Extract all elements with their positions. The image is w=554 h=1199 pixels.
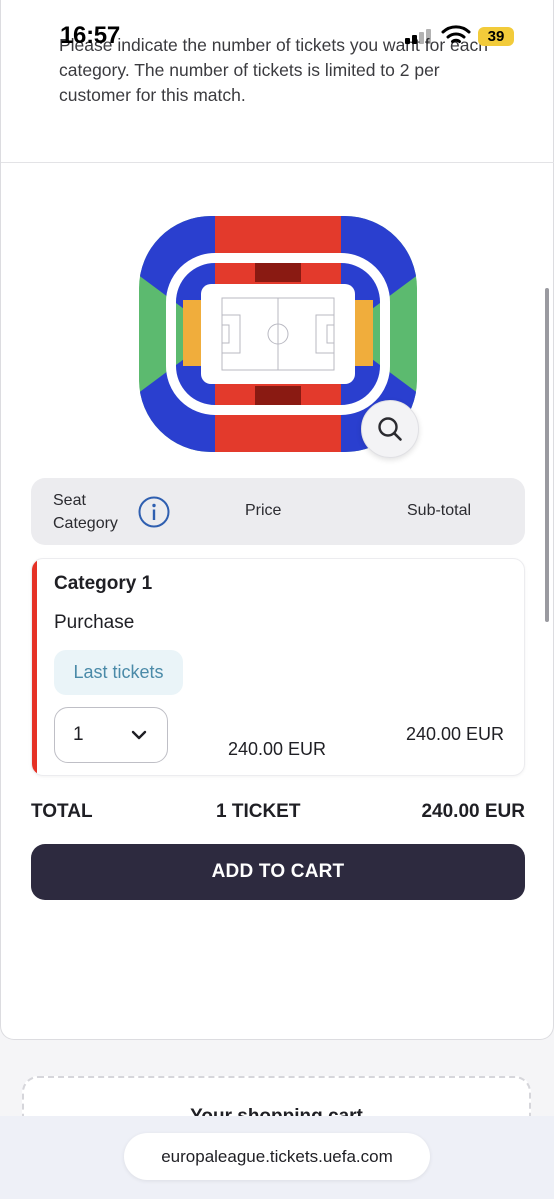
- signal-icon: [405, 28, 435, 44]
- total-amount: 240.00 EUR: [421, 801, 525, 822]
- header-seat-category: Seat Category: [53, 492, 118, 532]
- add-to-cart-button[interactable]: ADD TO CART: [31, 844, 525, 900]
- ticket-selection-card: Please indicate the number of tickets yo…: [0, 0, 554, 1040]
- browser-bar: europaleague.tickets.uefa.com: [0, 1116, 554, 1199]
- category-type: Purchase: [54, 612, 135, 633]
- zoom-button[interactable]: [361, 400, 419, 458]
- total-row: TOTAL 1 TICKET 240.00 EUR: [31, 801, 525, 825]
- scrollbar[interactable]: [545, 288, 549, 622]
- total-label: TOTAL: [31, 801, 93, 822]
- category-subtotal: 240.00 EUR: [406, 724, 505, 744]
- header-price: Price: [245, 502, 282, 519]
- category-color-bar: [32, 559, 37, 775]
- battery-icon: 39: [478, 27, 514, 46]
- table-header: Seat Category Price Sub-total: [31, 478, 525, 545]
- category-card: Category 1 Purchase Last tickets 1 240.0…: [31, 558, 525, 776]
- quantity-select[interactable]: 1: [54, 707, 168, 763]
- divider: [1, 162, 554, 163]
- zoom-icon: [378, 417, 402, 441]
- status-bar: 16:57 39: [0, 0, 554, 52]
- last-tickets-badge: Last tickets: [54, 650, 183, 695]
- url-bar[interactable]: europaleague.tickets.uefa.com: [124, 1133, 430, 1180]
- quantity-value: 1: [73, 724, 84, 745]
- category-price: 240.00 EUR: [228, 739, 327, 759]
- wifi-icon: [441, 25, 471, 43]
- total-ticket-count: 1 TICKET: [216, 801, 301, 822]
- chevron-down-icon: [131, 730, 147, 740]
- category-title: Category 1: [54, 573, 153, 594]
- info-icon[interactable]: [138, 496, 170, 528]
- status-time: 16:57: [60, 22, 120, 49]
- header-subtotal: Sub-total: [407, 502, 472, 519]
